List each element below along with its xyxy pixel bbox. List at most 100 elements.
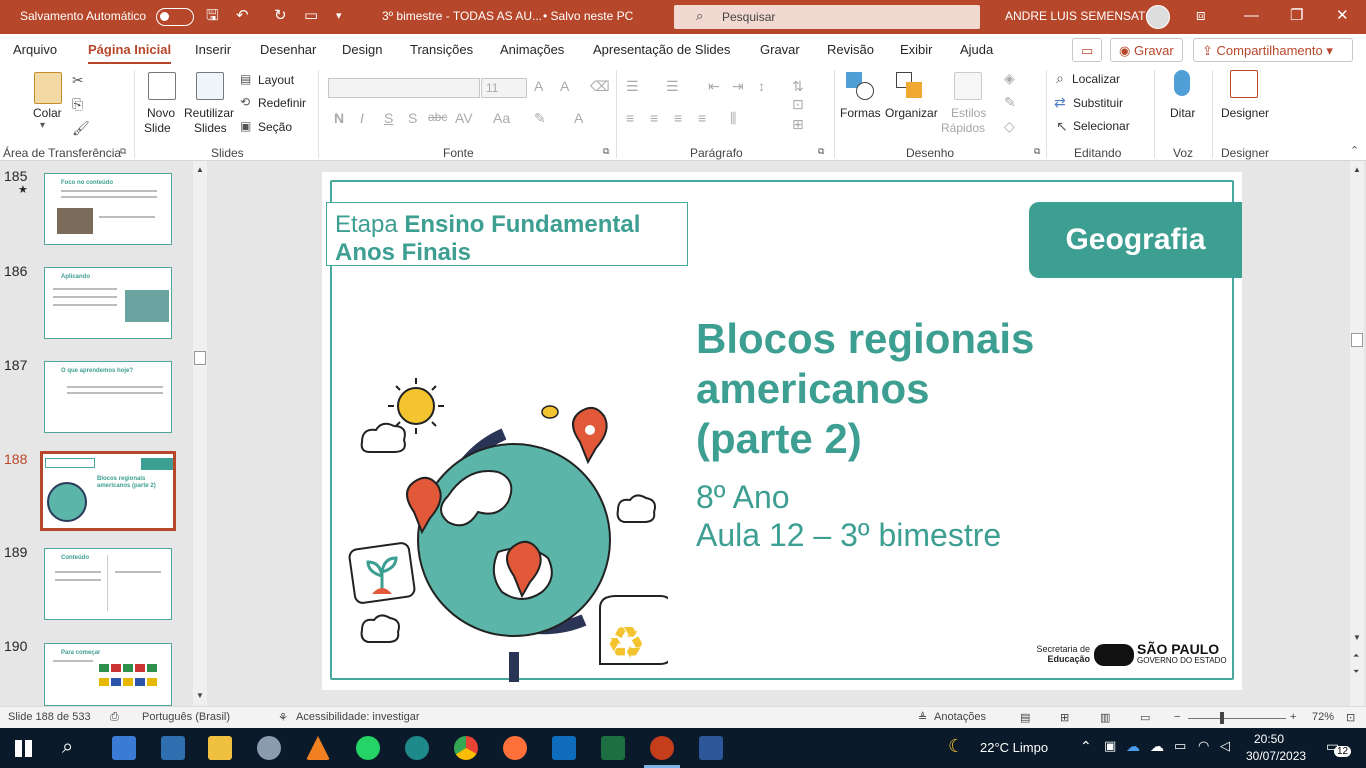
slide-thumbnail-189[interactable]: Conteúdo bbox=[44, 548, 172, 620]
align-right-icon[interactable]: ≡ bbox=[674, 110, 682, 126]
whatsapp-icon[interactable] bbox=[356, 736, 380, 760]
designer-label[interactable]: Designer bbox=[1221, 106, 1269, 121]
change-case-icon[interactable]: Aa bbox=[493, 110, 510, 126]
paste-dropdown-icon[interactable]: ▾ bbox=[40, 120, 45, 131]
microphone-icon[interactable] bbox=[1174, 70, 1190, 96]
onedrive-icon[interactable]: ☁ bbox=[1126, 738, 1140, 755]
normal-view-icon[interactable]: ▤ bbox=[1020, 711, 1030, 724]
layout-button[interactable]: Layout bbox=[258, 73, 294, 88]
bold-icon[interactable]: N bbox=[334, 110, 344, 126]
tab-ajuda[interactable]: Ajuda bbox=[960, 42, 993, 57]
arrange-label[interactable]: Organizar bbox=[885, 106, 938, 121]
outlook-icon[interactable] bbox=[552, 736, 576, 760]
replace-icon[interactable]: ⇄ bbox=[1054, 94, 1066, 111]
underline-icon[interactable]: S bbox=[384, 110, 393, 126]
increase-indent-icon[interactable]: ⇥ bbox=[732, 78, 744, 95]
editor-scrollbar[interactable]: ▲ ▼ ⏶ ⏷ bbox=[1350, 161, 1364, 706]
zoom-level[interactable]: 72% bbox=[1312, 711, 1334, 723]
tab-revisao[interactable]: Revisão bbox=[827, 42, 874, 57]
select-button[interactable]: Selecionar bbox=[1073, 119, 1130, 134]
save-icon[interactable]: 🖫 bbox=[206, 7, 219, 25]
record-button[interactable]: ◉ Gravar bbox=[1110, 38, 1183, 62]
align-text-icon[interactable]: ⊡ bbox=[792, 96, 804, 113]
quick-styles-label-2[interactable]: Rápidos bbox=[941, 121, 985, 136]
shape-outline-icon[interactable]: ✎ bbox=[1004, 94, 1016, 111]
font-color-icon[interactable]: A bbox=[574, 110, 583, 126]
tab-arquivo[interactable]: Arquivo bbox=[13, 42, 57, 57]
drawing-launcher-icon[interactable]: ⧉ bbox=[1034, 146, 1040, 157]
find-icon[interactable]: ⌕ bbox=[1056, 70, 1064, 87]
autosave-toggle[interactable] bbox=[156, 8, 194, 26]
slide-thumbnail-185[interactable]: Foco no conteúdo bbox=[44, 173, 172, 245]
file-explorer-icon[interactable] bbox=[208, 736, 232, 760]
tab-apresentacao[interactable]: Apresentação de Slides bbox=[593, 42, 730, 57]
format-painter-icon[interactable]: 🖌 bbox=[72, 120, 90, 137]
zoom-out-icon[interactable]: − bbox=[1174, 711, 1180, 723]
strikethrough-icon[interactable]: abc bbox=[428, 110, 447, 124]
shapes-icon[interactable] bbox=[846, 72, 874, 100]
layout-icon[interactable]: ▤ bbox=[240, 72, 251, 86]
scroll-thumb[interactable] bbox=[1351, 333, 1363, 347]
bullets-icon[interactable]: ☰ bbox=[626, 78, 639, 95]
shadow-icon[interactable]: S bbox=[408, 110, 417, 126]
cut-icon[interactable]: ✂ bbox=[72, 72, 84, 89]
shape-fill-icon[interactable]: ◈ bbox=[1004, 70, 1015, 87]
scroll-up-icon[interactable]: ▲ bbox=[1353, 165, 1361, 174]
tab-gravar[interactable]: Gravar bbox=[760, 42, 800, 57]
scroll-down-icon[interactable]: ▼ bbox=[196, 691, 204, 700]
scroll-up-icon[interactable]: ▲ bbox=[196, 165, 204, 174]
slideshow-icon[interactable]: ▭ bbox=[1140, 711, 1150, 724]
scroll-thumb[interactable] bbox=[194, 351, 206, 365]
undo-icon[interactable]: ↶ bbox=[236, 7, 249, 25]
clock-time[interactable]: 20:50 bbox=[1254, 732, 1284, 746]
text-direction-icon[interactable]: ⇅ bbox=[792, 78, 804, 95]
spelling-icon[interactable]: ⎙ bbox=[110, 711, 119, 724]
widgets-icon[interactable] bbox=[112, 736, 136, 760]
slide-thumbnail-188-selected[interactable]: Blocos regionais americanos (parte 2) bbox=[40, 451, 176, 531]
zoom-slider-thumb[interactable] bbox=[1220, 712, 1224, 724]
paste-icon[interactable] bbox=[34, 72, 62, 104]
minimize-icon[interactable]: — bbox=[1244, 7, 1259, 25]
battery-icon[interactable]: ▭ bbox=[1174, 738, 1186, 754]
excel-icon[interactable] bbox=[601, 736, 625, 760]
clock-date[interactable]: 30/07/2023 bbox=[1246, 749, 1306, 763]
tab-pagina-inicial[interactable]: Página Inicial bbox=[88, 42, 172, 65]
find-button[interactable]: Localizar bbox=[1072, 72, 1120, 87]
vlc-icon[interactable] bbox=[306, 736, 330, 760]
reading-view-icon[interactable]: ▥ bbox=[1100, 711, 1110, 724]
redo-icon[interactable]: ↻ bbox=[274, 7, 287, 25]
section-button[interactable]: Seção bbox=[258, 120, 292, 135]
reset-button[interactable]: Redefinir bbox=[258, 96, 306, 111]
line-spacing-icon[interactable]: ↕ bbox=[758, 78, 765, 94]
new-slide-label-2[interactable]: Slide bbox=[144, 121, 171, 136]
replace-button[interactable]: Substituir bbox=[1073, 96, 1123, 111]
zoom-in-icon[interactable]: + bbox=[1290, 711, 1296, 723]
clear-format-icon[interactable]: ⌫ bbox=[590, 78, 610, 95]
previous-slide-icon[interactable]: ⏶ bbox=[1353, 651, 1359, 661]
chrome-icon[interactable] bbox=[454, 736, 478, 760]
show-hidden-icons[interactable]: ⌃ bbox=[1080, 738, 1092, 755]
align-left-icon[interactable]: ≡ bbox=[626, 110, 634, 126]
slide-sorter-icon[interactable]: ⊞ bbox=[1060, 711, 1069, 724]
cloud-icon[interactable]: ☁ bbox=[1150, 738, 1164, 755]
decrease-font-icon[interactable]: A bbox=[560, 78, 569, 94]
ribbon-display-icon[interactable]: ⧈ bbox=[1196, 7, 1206, 25]
paint-icon[interactable] bbox=[257, 736, 281, 760]
slide-thumbnail-186[interactable]: Aplicando bbox=[44, 267, 172, 339]
save-status[interactable]: • Salvo neste PC bbox=[543, 9, 633, 23]
notes-button[interactable]: Anotações bbox=[934, 711, 986, 723]
paste-label[interactable]: Colar bbox=[33, 106, 62, 121]
font-name-dropdown[interactable] bbox=[328, 78, 480, 98]
wifi-icon[interactable]: ◠ bbox=[1198, 738, 1209, 754]
fit-slide-icon[interactable]: ⊡ bbox=[1346, 711, 1355, 724]
avatar[interactable] bbox=[1146, 5, 1170, 29]
increase-font-icon[interactable]: A bbox=[534, 78, 543, 94]
font-size-dropdown[interactable]: 11 bbox=[481, 78, 527, 98]
columns-icon[interactable]: ⫼ bbox=[730, 110, 736, 127]
reuse-slides-label-2[interactable]: Slides bbox=[194, 121, 227, 136]
quick-styles-icon[interactable] bbox=[954, 72, 982, 100]
tab-design[interactable]: Design bbox=[342, 42, 382, 57]
quick-styles-label[interactable]: Estilos bbox=[951, 106, 986, 121]
italic-icon[interactable]: I bbox=[360, 110, 364, 126]
presentation-icon[interactable]: ▭ bbox=[304, 7, 318, 25]
